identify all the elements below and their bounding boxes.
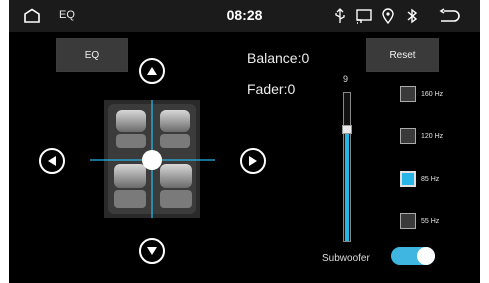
toggle-knob bbox=[417, 247, 435, 265]
frequency-label: 160 Hz bbox=[421, 90, 444, 98]
rear-left-seat bbox=[114, 164, 146, 208]
frequency-checkbox[interactable] bbox=[400, 128, 416, 144]
subwoofer-level-slider[interactable] bbox=[342, 92, 352, 242]
frequency-label: 55 Hz bbox=[421, 217, 440, 225]
subwoofer-toggle[interactable] bbox=[391, 247, 435, 265]
slider-value: 9 bbox=[343, 74, 349, 84]
screen-mirror-icon bbox=[356, 9, 372, 24]
frequency-option[interactable]: 55 Hz bbox=[400, 213, 439, 229]
screen: EQ 08:28 EQ Reset Balance:0 Fader:0 9 16… bbox=[9, 0, 480, 283]
fader-down-button[interactable] bbox=[139, 238, 165, 264]
frequency-checkbox[interactable] bbox=[400, 213, 416, 229]
frequency-checkbox[interactable] bbox=[400, 171, 416, 187]
subwoofer-label: Subwoofer bbox=[322, 253, 370, 264]
frequency-label: 120 Hz bbox=[421, 132, 444, 140]
location-icon bbox=[382, 8, 394, 24]
balance-readout: Balance:0 bbox=[247, 50, 310, 66]
back-icon[interactable] bbox=[438, 8, 460, 24]
fader-readout: Fader:0 bbox=[247, 81, 296, 97]
front-right-seat bbox=[160, 110, 190, 148]
frequency-option[interactable]: 85 Hz bbox=[400, 171, 439, 187]
car-seat-diagram[interactable] bbox=[90, 100, 215, 218]
balance-right-button[interactable] bbox=[240, 148, 266, 174]
arrow-down-icon bbox=[147, 247, 157, 255]
slider-thumb[interactable] bbox=[342, 125, 352, 134]
bluetooth-icon bbox=[407, 8, 418, 24]
frequency-option[interactable]: 160 Hz bbox=[400, 86, 443, 102]
usb-icon bbox=[335, 8, 345, 23]
arrow-right-icon bbox=[249, 156, 257, 166]
frequency-option[interactable]: 120 Hz bbox=[400, 128, 443, 144]
balance-fader-handle[interactable] bbox=[142, 150, 162, 170]
status-icons bbox=[332, 7, 460, 25]
front-left-seat bbox=[116, 110, 146, 148]
slider-fill bbox=[345, 130, 349, 241]
rear-right-seat bbox=[160, 164, 192, 208]
arrow-up-icon bbox=[147, 67, 157, 75]
reset-button[interactable]: Reset bbox=[366, 38, 439, 72]
eq-button[interactable]: EQ bbox=[56, 38, 128, 72]
fader-up-button[interactable] bbox=[139, 58, 165, 84]
frequency-checkbox[interactable] bbox=[400, 86, 416, 102]
arrow-left-icon bbox=[48, 156, 56, 166]
status-bar: EQ 08:28 bbox=[9, 0, 480, 32]
balance-left-button[interactable] bbox=[39, 148, 65, 174]
frequency-label: 85 Hz bbox=[421, 175, 440, 183]
